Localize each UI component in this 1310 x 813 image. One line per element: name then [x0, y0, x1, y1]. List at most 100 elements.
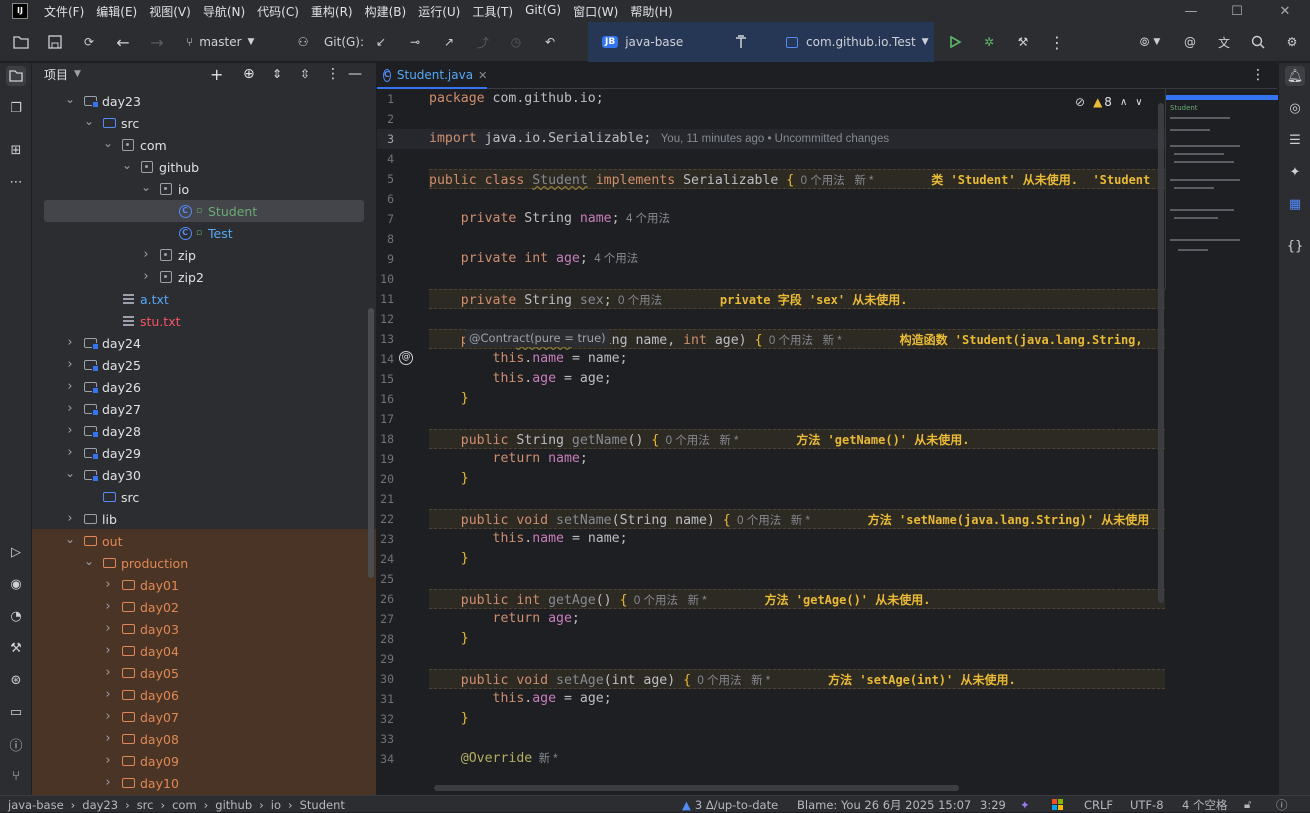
chevron-right-icon[interactable]: › — [65, 358, 75, 371]
tree-item[interactable]: ⌄ com — [32, 134, 376, 156]
close-tab-icon[interactable]: ✕ — [478, 69, 487, 82]
code-line[interactable]: } — [429, 629, 1165, 649]
run-config-selector[interactable]: com.github.io.Test ▼ — [774, 22, 934, 62]
implements-marker-icon[interactable]: @ — [399, 351, 413, 365]
chevron-right-icon[interactable]: › — [103, 776, 113, 789]
hide-panel-icon[interactable]: — — [348, 66, 362, 82]
run-icon[interactable] — [944, 22, 966, 62]
reader-mode-icon[interactable]: ⊘ — [1075, 95, 1085, 109]
code-line[interactable]: } — [429, 469, 1165, 489]
breadcrumb-item[interactable]: io — [271, 798, 281, 812]
locate-icon[interactable]: ⊕ — [243, 66, 255, 82]
tree-item[interactable]: › day06 — [32, 684, 376, 706]
tree-item[interactable]: › day27 — [32, 398, 376, 420]
debug-icon[interactable]: ✲ — [978, 22, 1000, 62]
problems-tool-icon[interactable]: ⓘ — [6, 734, 26, 754]
line-number[interactable]: 33 — [377, 732, 394, 746]
code-line[interactable]: private String sex; 0 个用法 private 字段 'se… — [429, 289, 1165, 309]
inspection-widget[interactable]: ⊘ ▲ 8 ∧ ∨ — [1069, 93, 1149, 111]
breadcrumb-item[interactable]: java-base — [8, 798, 64, 812]
json-tool-icon[interactable]: {} — [1285, 236, 1305, 256]
line-number[interactable]: 17 — [377, 412, 394, 426]
line-number[interactable]: 8 — [377, 232, 394, 246]
line-number[interactable]: 16 — [377, 392, 394, 406]
chevron-down-icon[interactable]: ▼ — [74, 69, 81, 79]
chevron-right-icon[interactable]: › — [103, 710, 113, 723]
tree-item[interactable]: stu.txt — [32, 310, 376, 332]
chevron-down-icon[interactable]: ⌄ — [84, 555, 94, 568]
line-number[interactable]: 5 — [377, 172, 394, 186]
code-with-me-icon[interactable]: ⦾ ▼ — [1130, 22, 1170, 62]
editor-vertical-scrollbar[interactable] — [1158, 103, 1164, 603]
line-number[interactable]: 27 — [377, 612, 394, 626]
code-line[interactable]: package com.github.io; — [429, 89, 1165, 109]
code-line[interactable] — [429, 409, 1165, 429]
ai-chat-icon[interactable]: ◎ — [1285, 98, 1305, 118]
chevron-right-icon[interactable]: › — [65, 446, 75, 459]
translate-icon[interactable]: 文 — [1214, 22, 1234, 62]
chevron-down-icon[interactable]: ⌄ — [141, 181, 151, 194]
chevron-right-icon[interactable]: › — [103, 666, 113, 679]
chevron-right-icon[interactable]: › — [103, 644, 113, 657]
breadcrumb-item[interactable]: github — [215, 798, 252, 812]
commit-tool-icon[interactable]: ❐ — [6, 98, 26, 118]
tree-item[interactable]: › day04 — [32, 640, 376, 662]
tree-item[interactable]: › day28 — [32, 420, 376, 442]
code-line[interactable] — [429, 189, 1165, 209]
rollback-icon[interactable]: ↶ — [540, 22, 560, 62]
tree-item[interactable]: › day02 — [32, 596, 376, 618]
chevron-right-icon[interactable]: › — [103, 578, 113, 591]
git-update-icon[interactable]: ↙ — [372, 22, 390, 62]
git-commit-icon[interactable]: ⊸ — [404, 22, 426, 62]
line-number[interactable]: 6 — [377, 192, 394, 206]
tree-item[interactable]: › day24 — [32, 332, 376, 354]
git-push-icon[interactable]: ↗ — [440, 22, 458, 62]
tree-item[interactable]: ⌄ out — [32, 530, 376, 552]
project-panel-title[interactable]: 项目 — [44, 66, 68, 83]
cursor-position[interactable]: 3:29 — [980, 796, 1006, 813]
line-number[interactable]: 29 — [377, 652, 394, 666]
code-line[interactable]: } — [429, 389, 1165, 409]
code-line[interactable]: public String getName() { 0 个用法 新 * 方法 '… — [429, 429, 1165, 449]
back-icon[interactable]: ← — [112, 22, 134, 62]
line-number[interactable]: 32 — [377, 712, 394, 726]
line-number[interactable]: 3 — [377, 132, 394, 146]
code-line[interactable] — [429, 649, 1165, 669]
line-number[interactable]: 4 — [377, 152, 394, 166]
history-icon[interactable]: ◷ — [506, 22, 526, 62]
menu-item[interactable]: 代码(C) — [251, 3, 305, 20]
code-line[interactable] — [429, 569, 1165, 589]
ai-status-icon[interactable]: ✦ — [1020, 796, 1030, 813]
line-number[interactable]: 7 — [377, 212, 394, 226]
line-number[interactable]: 1 — [377, 92, 394, 106]
ai-assistant-icon[interactable]: @ — [1180, 22, 1200, 62]
code-line[interactable]: return name; — [429, 449, 1165, 469]
chevron-right-icon[interactable]: › — [65, 424, 75, 437]
menu-item[interactable]: 构建(B) — [359, 3, 413, 20]
menu-item[interactable]: 运行(U) — [412, 3, 466, 20]
tree-item[interactable]: › day07 — [32, 706, 376, 728]
read-only-lock-icon[interactable]: 🔓︎ — [1244, 796, 1251, 813]
menu-item[interactable]: 重构(R) — [305, 3, 359, 20]
tree-item[interactable]: ⌄ production — [32, 552, 376, 574]
code-line[interactable]: this.name = name; — [429, 529, 1165, 549]
collapse-all-icon[interactable]: ⇳ — [300, 67, 310, 81]
problems-status-icon[interactable]: ⓘ — [1276, 796, 1288, 813]
maven-icon[interactable]: ✦ — [1285, 162, 1305, 182]
code-line[interactable]: public void setAge(int age) { 0 个用法 新 * … — [429, 669, 1165, 689]
code-line[interactable] — [429, 109, 1165, 129]
line-number[interactable]: 34 — [377, 752, 394, 766]
menu-item[interactable]: 编辑(E) — [90, 3, 143, 20]
code-line[interactable] — [429, 229, 1165, 249]
chevron-right-icon[interactable]: › — [103, 688, 113, 701]
prev-highlight-icon[interactable]: ∧ — [1120, 97, 1127, 108]
tree-item[interactable]: ⌄ src — [32, 112, 376, 134]
line-number[interactable]: 15 — [377, 372, 394, 386]
add-icon[interactable]: + — [210, 65, 223, 84]
line-number[interactable]: 10 — [377, 272, 394, 286]
tree-item[interactable]: ⌄ io — [32, 178, 376, 200]
more-options-icon[interactable]: ⋮ — [1046, 22, 1068, 62]
line-number[interactable]: 31 — [377, 692, 394, 706]
line-number[interactable]: 14 — [377, 352, 394, 366]
line-number[interactable]: 18 — [377, 432, 394, 446]
